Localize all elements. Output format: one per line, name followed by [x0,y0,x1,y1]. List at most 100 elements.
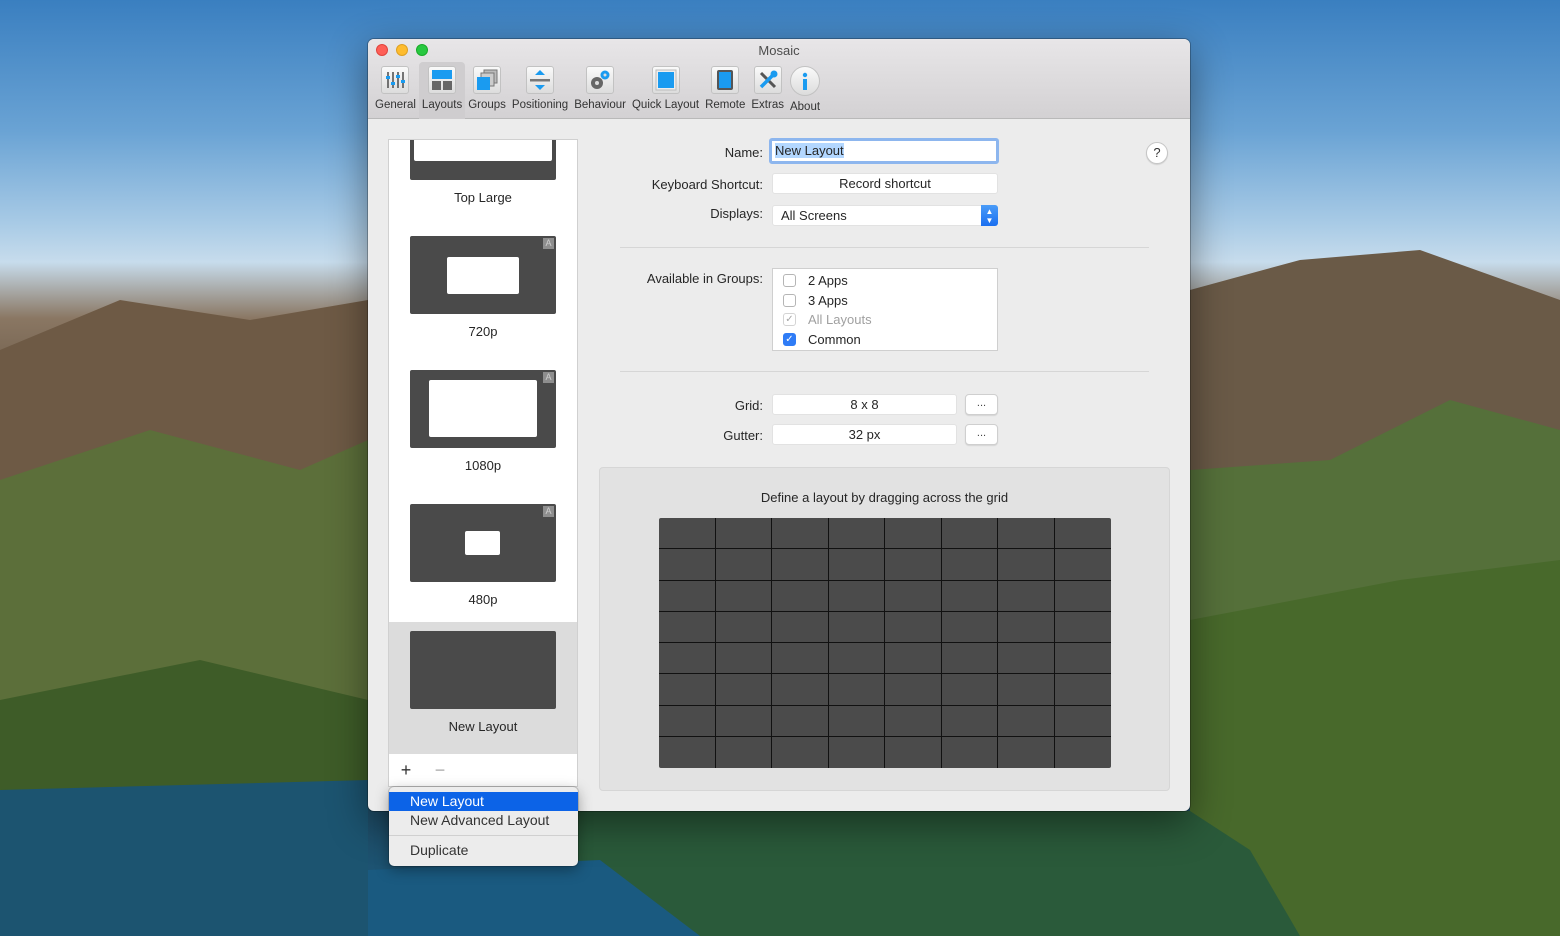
menu-item-new-advanced-layout[interactable]: New Advanced Layout [389,811,578,830]
grid-cell[interactable] [942,736,998,768]
grid-cell[interactable] [1054,674,1111,706]
grid-cell[interactable] [715,580,772,612]
grid-cell[interactable] [941,674,998,706]
grid-cell[interactable] [885,736,942,768]
grid-cell[interactable] [941,611,998,643]
grid-cell[interactable] [885,518,942,550]
checkbox-checked[interactable]: ✓ [783,332,796,346]
grid-cell[interactable] [828,674,885,706]
grid-cell[interactable] [885,549,942,581]
grid-cell[interactable] [659,611,716,643]
grid-cell[interactable] [1054,706,1111,737]
gutter-options-button[interactable]: ... [965,424,998,445]
grid-cell[interactable] [1054,518,1111,550]
grid-cell[interactable] [828,643,885,675]
grid-cell[interactable] [1054,643,1111,675]
tab-extras[interactable]: Extras [748,62,787,119]
grid-cell[interactable] [716,736,772,768]
grid-cell[interactable] [772,580,829,612]
grid-cell[interactable] [772,518,829,550]
grid-cell[interactable] [1054,612,1111,643]
grid-cell[interactable] [772,643,829,675]
tab-behaviour[interactable]: Behaviour [571,62,629,119]
grid-cell[interactable] [885,643,942,675]
tab-layouts[interactable]: Layouts [418,62,466,119]
grid-cell[interactable] [772,736,829,768]
menu-item-duplicate[interactable]: Duplicate [389,841,578,860]
layout-item-new-layout[interactable]: New Layout [389,622,577,754]
grid-cell[interactable] [998,736,1055,768]
layouts-list[interactable]: Top Large A 720p A 1080p A 480p New Layo… [388,139,578,787]
grid-cell[interactable] [772,611,829,643]
grid-cell[interactable] [998,674,1055,706]
name-input[interactable]: New Layout [769,138,999,164]
group-option-3-apps[interactable]: 3 Apps [773,291,997,311]
grid-cell[interactable] [659,549,716,581]
layout-drag-grid[interactable] [659,518,1111,768]
grid-cell[interactable] [659,643,716,675]
grid-cell[interactable] [885,611,942,643]
grid-cell[interactable] [715,549,772,581]
grid-cell[interactable] [659,736,716,768]
available-in-groups-label: Available in Groups: [646,271,763,286]
tab-quick-layout[interactable]: Quick Layout [629,62,702,119]
grid-cell[interactable] [828,580,885,612]
layout-item-720p[interactable]: A 720p [389,228,577,360]
layout-item-480p[interactable]: A 480p [389,496,577,628]
grid-cell[interactable] [659,705,716,737]
checkbox[interactable] [783,274,796,288]
grid-cell[interactable] [998,705,1055,737]
grid-cell[interactable] [829,736,885,768]
group-option-2-apps[interactable]: 2 Apps [773,271,997,291]
grid-cell[interactable] [885,674,942,706]
layouts-scroll-area[interactable]: Top Large A 720p A 1080p A 480p New Layo… [389,140,577,754]
grid-cell[interactable] [828,705,885,737]
help-button[interactable]: ? [1146,142,1168,164]
grid-cell[interactable] [941,580,998,612]
grid-cell[interactable] [1054,549,1111,581]
grid-cell[interactable] [941,518,998,550]
grid-cell[interactable] [885,580,942,612]
grid-cell[interactable] [715,643,772,675]
grid-cell[interactable] [941,549,998,581]
displays-select[interactable]: All Screens ▲ ▼ [772,205,998,226]
grid-size-field[interactable]: 8 x 8 [772,394,957,415]
group-option-common[interactable]: ✓ Common [773,330,997,350]
add-layout-button[interactable]: + [399,760,413,781]
grid-cell[interactable] [659,518,716,550]
grid-cell[interactable] [828,518,885,550]
grid-cell[interactable] [941,643,998,675]
grid-cell[interactable] [715,705,772,737]
grid-cell[interactable] [998,611,1055,643]
tab-remote[interactable]: Remote [702,62,748,119]
tab-general[interactable]: General [372,62,419,119]
grid-cell[interactable] [885,705,942,737]
tab-groups[interactable]: Groups [465,62,509,119]
grid-cell[interactable] [772,674,829,706]
grid-cell[interactable] [828,611,885,643]
grid-cell[interactable] [998,518,1055,550]
grid-options-button[interactable]: ... [965,394,998,415]
grid-cell[interactable] [828,549,885,581]
grid-cell[interactable] [715,611,772,643]
grid-cell[interactable] [659,580,716,612]
gutter-size-field[interactable]: 32 px [772,424,957,445]
menu-item-new-layout[interactable]: New Layout [389,792,578,811]
grid-cell[interactable] [941,705,998,737]
grid-cell[interactable] [715,518,772,550]
remove-layout-button[interactable]: − [433,760,447,781]
grid-cell[interactable] [772,705,829,737]
grid-cell[interactable] [998,580,1055,612]
grid-cell[interactable] [772,549,829,581]
checkbox[interactable] [783,293,796,307]
tab-positioning[interactable]: Positioning [509,62,571,119]
grid-cell[interactable] [1054,581,1111,612]
grid-cell[interactable] [1055,737,1112,768]
divider [620,247,1149,248]
grid-cell[interactable] [715,674,772,706]
grid-cell[interactable] [998,549,1055,581]
grid-cell[interactable] [998,643,1055,675]
grid-cell[interactable] [659,674,716,706]
record-shortcut-button[interactable]: Record shortcut [772,173,998,194]
tab-about[interactable]: About [787,62,823,119]
